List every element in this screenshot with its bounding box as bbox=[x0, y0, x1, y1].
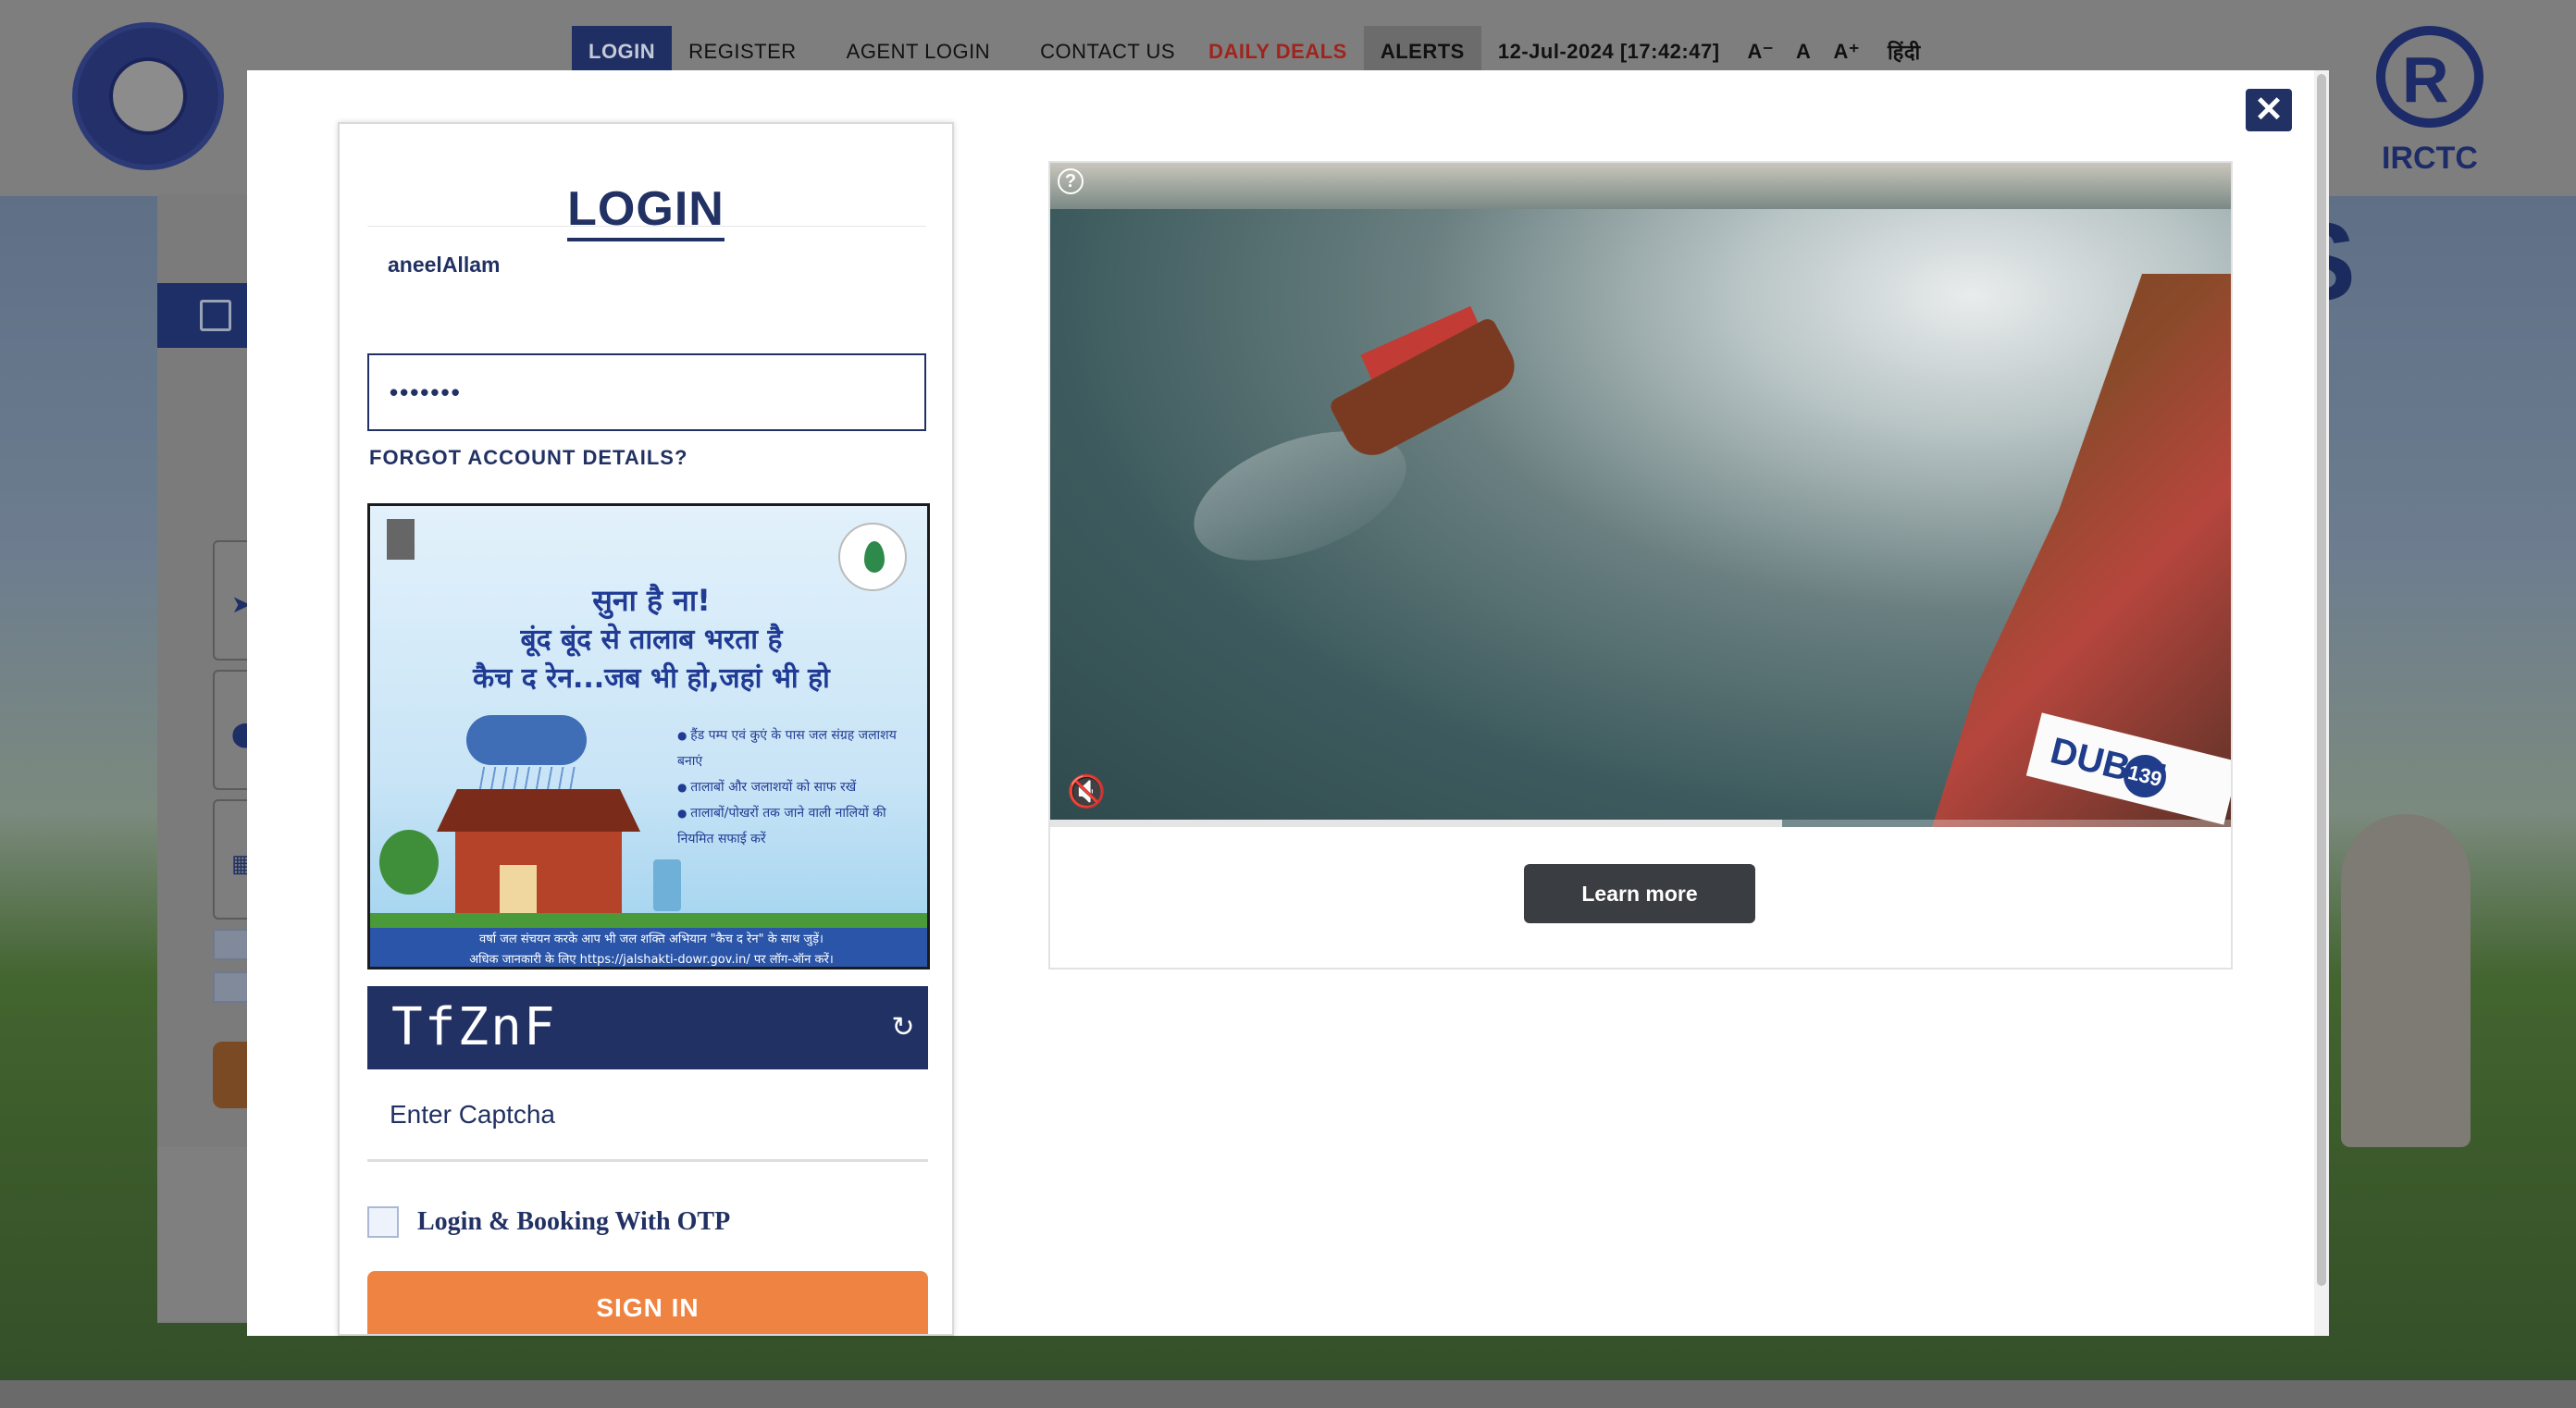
banner-bullet: तालाबों और जलाशयों को साफ रखें bbox=[677, 774, 918, 800]
ad-info-icon[interactable]: ? bbox=[1058, 168, 1084, 194]
video-progress-bar[interactable] bbox=[1050, 820, 2231, 827]
irctc-logo-text: IRCTC bbox=[2382, 141, 2478, 176]
booking-tab-bar bbox=[157, 283, 259, 348]
banner-headline-2: बूंद बूंद से तालाब भरता है bbox=[520, 624, 783, 656]
scrollbar-thumb[interactable] bbox=[2317, 74, 2326, 1286]
banner-footer-line-1: वर्षा जल संचयन करके आप भी जल शक्ति अभिया… bbox=[479, 932, 824, 946]
login-modal: ✕ LOGIN aneelAllam ••••••• FORGOT ACCOUN… bbox=[247, 70, 2329, 1336]
clipboard-icon bbox=[200, 300, 231, 331]
captcha-input[interactable]: Enter Captcha bbox=[367, 1069, 928, 1162]
learn-more-button[interactable]: Learn more bbox=[1524, 864, 1755, 923]
house-roof-illustration bbox=[437, 789, 640, 832]
banner-bullets: हैंड पम्प एवं कुएं के पास जल संग्रह जलाश… bbox=[677, 723, 918, 852]
catch-the-rain-banner[interactable]: सुना है ना! बूंद बूंद से तालाब भरता है क… bbox=[367, 503, 930, 970]
background-checkbox bbox=[213, 929, 250, 960]
captcha-display: TfZnF ↻ bbox=[367, 986, 928, 1069]
login-card: LOGIN aneelAllam ••••••• FORGOT ACCOUNT … bbox=[338, 122, 954, 1336]
background-card bbox=[157, 1147, 250, 1321]
banner-headline-3: कैच द रेन...जब भी हो,जहां भी हो bbox=[473, 662, 830, 695]
train-image bbox=[2341, 814, 2471, 1147]
ad-video[interactable]: DUBAI 139 ? 🔇 bbox=[1050, 163, 2231, 827]
video-advertisement: DUBAI 139 ? 🔇 Learn more bbox=[1048, 161, 2233, 970]
irctc-logo[interactable]: R IRCTC bbox=[2365, 20, 2495, 178]
password-input[interactable]: ••••••• bbox=[367, 353, 926, 431]
refresh-captcha-icon[interactable]: ↻ bbox=[887, 1012, 919, 1044]
banner-headline-1: सुना है ना! bbox=[592, 583, 711, 618]
banner-bullet: तालाबों/पोखरों तक जाने वाली नालियों की न… bbox=[677, 800, 918, 852]
house-door-illustration bbox=[500, 865, 537, 915]
background-checkbox bbox=[213, 971, 250, 1003]
mute-icon[interactable]: 🔇 bbox=[1067, 773, 1106, 810]
otp-label[interactable]: Login & Booking With OTP bbox=[417, 1207, 730, 1237]
video-progress-fill bbox=[1050, 820, 1783, 827]
video-skyline bbox=[1050, 163, 2231, 209]
tree-illustration bbox=[379, 830, 439, 895]
username-input[interactable]: aneelAllam bbox=[367, 226, 926, 303]
sign-in-button[interactable]: SIGN IN bbox=[367, 1271, 928, 1334]
banner-footer-line-2: अधिक जानकारी के लिए https://jalshakti-do… bbox=[469, 953, 834, 967]
banner-bullet: हैंड पम्प एवं कुएं के पास जल संग्रह जलाश… bbox=[677, 723, 918, 774]
indian-railways-logo[interactable] bbox=[72, 22, 224, 170]
forgot-account-link[interactable]: FORGOT ACCOUNT DETAILS? bbox=[369, 446, 687, 470]
otp-option[interactable]: Login & Booking With OTP bbox=[367, 1206, 730, 1238]
emblem-icon bbox=[387, 519, 415, 560]
house-illustration bbox=[455, 832, 622, 915]
cloud-icon bbox=[466, 715, 587, 765]
page-footer-strip bbox=[0, 1380, 2576, 1408]
captcha-text: TfZnF bbox=[391, 997, 557, 1057]
close-modal-button[interactable]: ✕ bbox=[2246, 89, 2292, 131]
water-tank-illustration bbox=[653, 859, 681, 911]
close-icon: ✕ bbox=[2254, 91, 2284, 130]
banner-footer: वर्षा जल संचयन करके आप भी जल शक्ति अभिया… bbox=[370, 928, 927, 967]
otp-checkbox[interactable] bbox=[367, 1206, 399, 1238]
modal-scrollbar[interactable] bbox=[2314, 70, 2329, 1336]
